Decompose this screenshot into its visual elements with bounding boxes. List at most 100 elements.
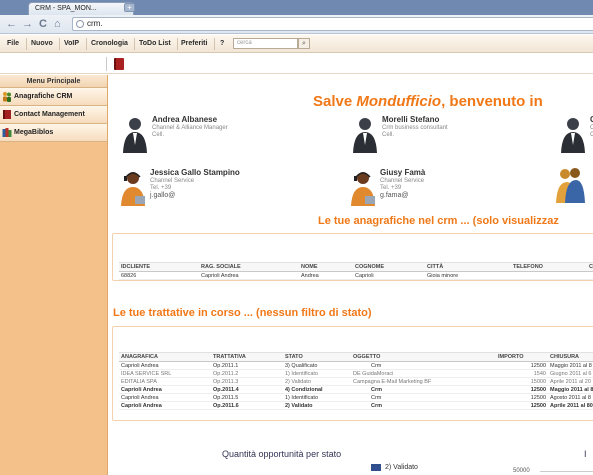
axis-gridline [540,471,593,472]
operator-avatar-icon [121,172,145,206]
forward-icon[interactable]: → [22,18,33,30]
column-header[interactable]: COGNOME [353,262,425,272]
table-cell: 12500 [496,401,548,410]
table-cell: Caprioli Andrea [119,393,211,402]
table-cell: Crm [351,393,496,402]
trattative-panel: ANAGRAFICA TRATTATIVA STATO OGGETTO IMPO… [112,326,593,421]
welcome-heading: Salve Mondufficio, benvenuto in [313,93,543,110]
menu-divider [177,38,178,50]
table-row[interactable]: Caprioli Andrea Op.2011.5 1) Identificato C… [119,393,593,402]
reload-icon[interactable]: C [39,18,47,30]
book-icon[interactable] [114,58,124,70]
table-header-row: ANAGRAFICA TRATTATIVA STATO OGGETTO IMPO… [119,352,593,362]
people-icon [3,92,11,102]
table-cell: Andrea [299,271,353,280]
sidebar-header: Menu Principale [0,75,107,88]
table-cell: Crm [351,385,496,394]
chart-title: Quantità opportunità per stato [222,449,342,459]
contact-name: Jessica Gallo Stampino [150,168,240,177]
table-cell: 3) Qualificato [283,361,351,370]
contact-name: Morelli Stefano [382,115,440,124]
home-icon[interactable]: ⌂ [54,18,61,30]
table-cell: Op.2011.5 [211,393,283,402]
contact-email[interactable]: j.gallo@ [150,192,175,199]
businessman-avatar-icon [123,118,147,153]
menu-nuovo[interactable]: Nuovo [31,40,53,47]
menu-help[interactable]: ? [220,40,224,47]
column-header[interactable]: CE [587,262,593,272]
contact-card: Jessica Gallo Stampino Channel Service T… [118,168,288,208]
menu-todo-list[interactable]: ToDo List [139,40,171,47]
contact-phone: Tel. +39 [380,185,402,191]
column-header[interactable]: TRATTATIVA [211,352,283,362]
column-header[interactable]: RAG. SOCIALE [199,262,299,272]
menu-cronologia[interactable]: Cronologia [91,40,128,47]
team-avatar-icon [556,168,585,203]
sidebar-item-label: Contact Management [14,111,85,118]
sidebar-item-megabiblos[interactable]: MegaBiblos [0,124,107,142]
column-header[interactable]: NOME [299,262,353,272]
menu-voip[interactable]: VoIP [64,40,79,47]
table-cell: Maggio 2011 al 8 [548,361,593,370]
legend-label: 2) Validato [385,464,418,471]
axis-tick-label: 50000 [513,468,530,474]
search-icon[interactable]: ⌕ [298,38,310,49]
table-cell: Gioia minore [425,271,511,280]
column-header[interactable]: IMPORTO [496,352,548,362]
table-row[interactable]: EDITALIA SPA Op.2011.3 2) Validato Campagna… [119,377,593,386]
operator-avatar-icon [351,172,375,206]
trattative-table: ANAGRAFICA TRATTATIVA STATO OGGETTO IMPO… [119,352,593,410]
table-cell: Maggio 2011 al 8 [548,385,593,394]
table-cell: Caprioli Andrea [119,361,211,370]
welcome-suffix: , benvenuto in [441,93,543,110]
table-cell: Op.2011.2 [211,369,283,378]
sidebar-item-anagrafiche-crm[interactable]: Anagrafiche CRM [0,88,107,106]
contact-email[interactable]: g.fama@ [380,192,409,199]
table-cell: Crm [351,401,496,410]
anagrafiche-title: Le tue anagrafiche nel crm ... (solo vis… [318,215,559,227]
column-header[interactable]: CITTÀ [425,262,511,272]
search-input[interactable]: cerca [233,38,298,49]
back-icon[interactable]: ← [6,18,17,30]
table-row[interactable]: Caprioli Andrea Op.2011.1 3) Qualificato Cr… [119,361,593,370]
table-cell: Campagna E-Mail Marketing BF [351,377,496,386]
table-row[interactable]: IDEA SERVICE SRL Op.2011.2 1) Identificato… [119,369,593,378]
table-cell: 68826 [119,271,199,280]
contact-card [555,165,593,205]
menu-preferiti[interactable]: Preferiti [181,40,207,47]
app-toolbar [0,54,593,74]
table-cell: Op.2011.6 [211,401,283,410]
column-header[interactable]: ANAGRAFICA [119,352,211,362]
table-cell: EDITALIA SPA [119,377,211,386]
contact-card: Andrea Albanese Channel & Alliance Manag… [120,115,290,155]
page-icon [76,20,84,28]
column-header[interactable]: OGGETTO [351,352,496,362]
column-header[interactable]: TELEFONO [511,262,587,272]
businessman-avatar-icon [353,118,377,153]
new-tab-button[interactable]: + [124,3,135,12]
table-cell: 12500 [496,385,548,394]
sidebar: Menu Principale Anagrafiche CRM Contact … [0,75,108,475]
browser-tab[interactable]: CRM - SPA_MON... × [28,2,134,15]
sidebar-item-label: MegaBiblos [14,129,54,136]
table-cell: 2) Validato [283,401,351,410]
sidebar-item-contact-management[interactable]: Contact Management [0,106,107,124]
table-row[interactable]: 68826 Caprioli Andrea Andrea Caprioli Gi… [119,271,593,280]
table-cell: 2) Validato [283,377,351,386]
column-header[interactable]: STATO [283,352,351,362]
table-row[interactable]: Caprioli Andrea Op.2011.6 2) Validato Crm 12… [119,401,593,410]
table-cell: Caprioli Andrea [119,401,211,410]
contact-role: Channel & Alliance Manager [152,125,228,131]
column-header[interactable]: CHIUSURA [548,352,593,362]
app-menubar: File Nuovo VoIP Cronologia ToDo List Pre… [0,35,593,53]
column-header[interactable]: IDCLIENTE [119,262,199,272]
address-bar[interactable]: crm. [72,17,593,31]
menu-file[interactable]: File [7,40,19,47]
table-cell: Agosto 2011 al 8 [548,393,593,402]
welcome-company: Mondufficio [356,93,442,110]
table-row[interactable]: Caprioli Andrea Op.2011.4 4) Condizional Cr… [119,385,593,394]
table-cell: Op.2011.4 [211,385,283,394]
table-cell: DE GuidaMoraci [351,369,496,378]
sidebar-item-label: Anagrafiche CRM [14,93,73,100]
table-cell: Aprile 2011 al 80 [548,401,593,410]
